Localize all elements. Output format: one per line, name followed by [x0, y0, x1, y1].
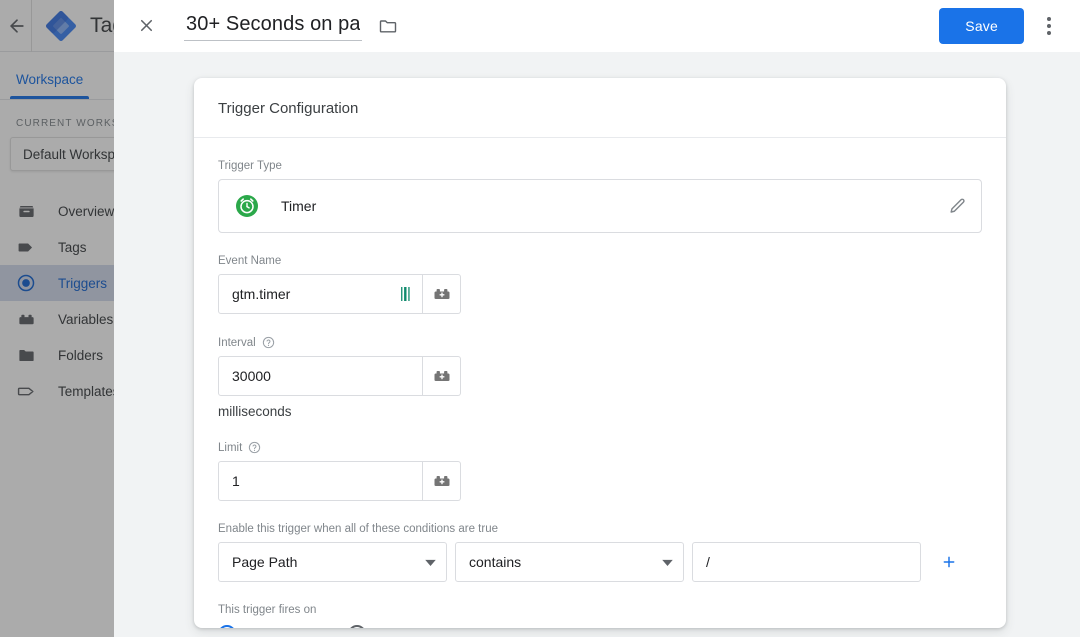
timer-icon: [235, 194, 259, 218]
card-body: Trigger Type Timer: [194, 138, 1006, 628]
gtm-trigger-editor-screen: Tag Workspace CURRENT WORKSPACE Default …: [0, 0, 1080, 637]
radio-button-selected[interactable]: [218, 625, 236, 628]
pencil-edit-icon[interactable]: [948, 197, 967, 216]
condition-variable-value: Page Path: [232, 554, 425, 570]
interval-row: 30000: [218, 356, 982, 396]
event-name-value: gtm.timer: [232, 286, 399, 302]
trigger-title-area: [184, 11, 398, 41]
radio-option-all-timers[interactable]: All Timers: [218, 625, 308, 628]
limit-row: 1: [218, 461, 982, 501]
save-button[interactable]: Save: [939, 8, 1024, 44]
interval-unit: milliseconds: [218, 404, 982, 419]
radio-label: Some Timers: [377, 626, 459, 628]
kebab-menu-icon[interactable]: [1032, 6, 1066, 46]
limit-label: Limit: [218, 441, 982, 454]
fires-on-label: This trigger fires on: [218, 604, 982, 616]
condition-variable-select[interactable]: Page Path: [218, 542, 447, 582]
insert-variable-lego-icon[interactable]: [423, 356, 461, 396]
close-icon[interactable]: [132, 12, 160, 40]
add-condition-plus-icon[interactable]: [939, 552, 959, 572]
help-circle-icon[interactable]: [262, 336, 275, 349]
trigger-type-label: Trigger Type: [218, 160, 982, 172]
radio-label: All Timers: [247, 626, 308, 628]
radio-option-some-timers[interactable]: Some Timers: [348, 625, 459, 628]
chevron-down-icon: [425, 559, 436, 566]
event-name-row: gtm.timer: [218, 274, 982, 314]
interval-input[interactable]: 30000: [218, 356, 423, 396]
conditions-group: Enable this trigger when all of these co…: [218, 523, 982, 582]
trigger-editor-panel: Save Trigger Configuration Trigger Type: [114, 0, 1080, 637]
condition-operator-select[interactable]: contains: [455, 542, 684, 582]
interval-label: Interval: [218, 336, 982, 349]
panel-header: Save: [114, 0, 1080, 52]
trigger-type-name: Timer: [281, 198, 316, 214]
trigger-type-box[interactable]: Timer: [218, 179, 982, 233]
trigger-name-input[interactable]: [184, 11, 362, 41]
limit-input[interactable]: 1: [218, 461, 423, 501]
limit-value: 1: [232, 473, 412, 489]
condition-value-input[interactable]: /: [692, 542, 921, 582]
insert-variable-lego-icon[interactable]: [423, 274, 461, 314]
text-caret-icon: [399, 286, 412, 302]
event-name-input[interactable]: gtm.timer: [218, 274, 423, 314]
trigger-configuration-card: Trigger Configuration Trigger Type: [194, 78, 1006, 628]
modal-scrim[interactable]: [0, 0, 114, 637]
fires-on-group: This trigger fires on All Timers Some Ti…: [218, 604, 982, 628]
card-title: Trigger Configuration: [194, 78, 1006, 138]
help-circle-icon[interactable]: [248, 441, 261, 454]
event-name-group: Event Name gtm.timer: [218, 255, 982, 314]
condition-value: /: [706, 554, 710, 570]
interval-value: 30000: [232, 368, 412, 384]
condition-operator-value: contains: [469, 554, 662, 570]
condition-row: Page Path contains /: [218, 542, 982, 582]
limit-group: Limit 1: [218, 441, 982, 501]
chevron-down-icon: [662, 559, 673, 566]
conditions-label: Enable this trigger when all of these co…: [218, 523, 982, 535]
fires-on-radio-group: All Timers Some Timers: [218, 625, 982, 628]
folder-icon[interactable]: [378, 16, 398, 36]
interval-group: Interval 30000 milliseconds: [218, 336, 982, 419]
radio-button-unselected[interactable]: [348, 625, 366, 628]
event-name-label: Event Name: [218, 255, 982, 267]
insert-variable-lego-icon[interactable]: [423, 461, 461, 501]
